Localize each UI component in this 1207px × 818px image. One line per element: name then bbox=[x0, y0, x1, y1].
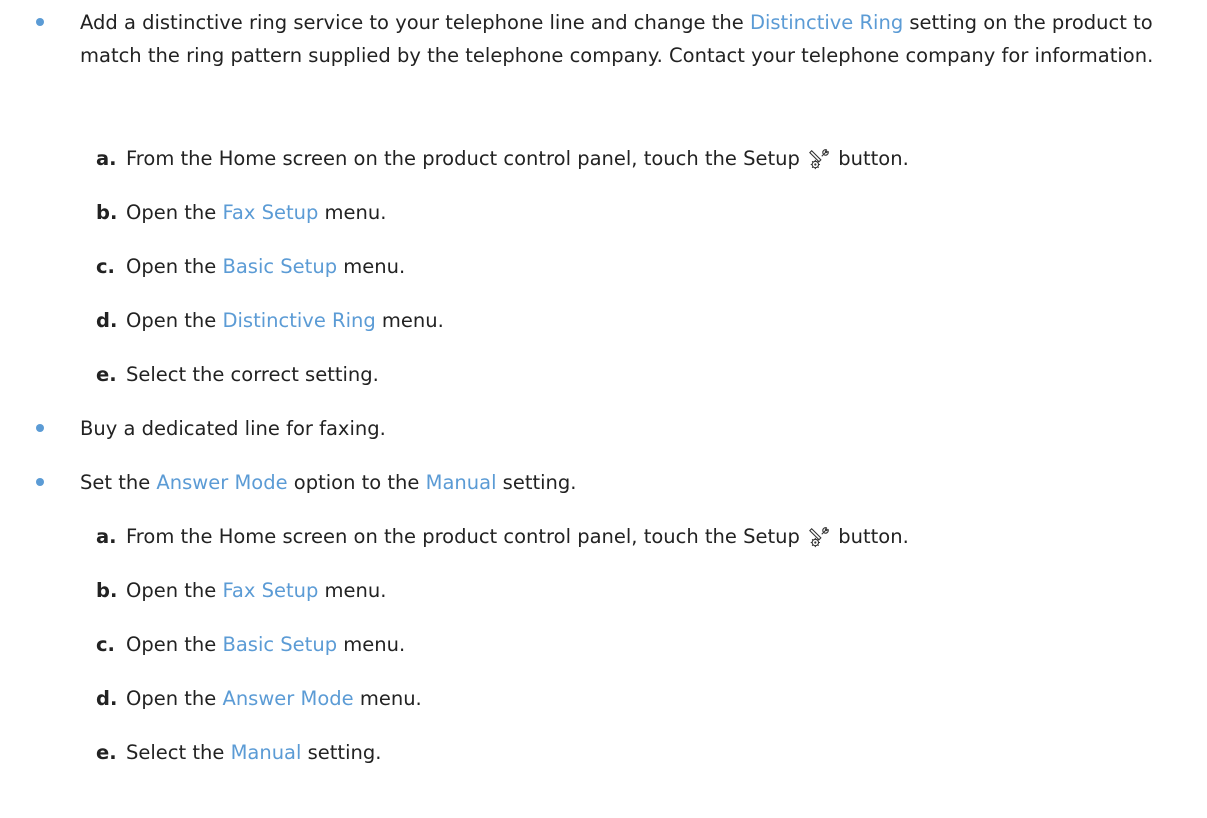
text-segment: menu. bbox=[318, 579, 387, 602]
step-b: b. Open the Fax Setup menu. bbox=[0, 574, 1207, 607]
step-text: Open the Answer Mode menu. bbox=[126, 682, 422, 715]
step-text: From the Home screen on the product cont… bbox=[126, 520, 909, 553]
bullet-text: Add a distinctive ring service to your t… bbox=[80, 6, 1180, 72]
bullet-text: Buy a dedicated line for faxing. bbox=[80, 412, 1180, 445]
step-a: a. From the Home screen on the product c… bbox=[0, 520, 1207, 553]
setup-icon bbox=[809, 527, 829, 548]
text-segment: Open the bbox=[126, 309, 223, 332]
bullet-dot bbox=[36, 18, 44, 26]
text-segment: setting. bbox=[301, 741, 382, 764]
bullet-dot bbox=[36, 478, 44, 486]
step-text: Select the correct setting. bbox=[126, 358, 379, 391]
answer-mode-link[interactable]: Answer Mode bbox=[156, 471, 287, 494]
step-c: c. Open the Basic Setup menu. bbox=[0, 250, 1207, 283]
text-segment: option to the bbox=[287, 471, 426, 494]
fax-setup-link[interactable]: Fax Setup bbox=[222, 201, 318, 224]
step-b: b. Open the Fax Setup menu. bbox=[0, 196, 1207, 229]
text-segment: button. bbox=[832, 147, 909, 170]
step-letter: d. bbox=[96, 687, 118, 710]
step-text: Select the Manual setting. bbox=[126, 736, 381, 769]
fax-setup-link[interactable]: Fax Setup bbox=[222, 579, 318, 602]
distinctive-ring-link[interactable]: Distinctive Ring bbox=[750, 11, 903, 34]
text-segment: Open the bbox=[126, 255, 223, 278]
text-segment: From the Home screen on the product cont… bbox=[126, 147, 807, 170]
step-text: Open the Fax Setup menu. bbox=[126, 574, 386, 607]
basic-setup-link[interactable]: Basic Setup bbox=[222, 633, 337, 656]
step-letter: e. bbox=[96, 741, 117, 764]
step-letter: c. bbox=[96, 633, 115, 656]
step-c: c. Open the Basic Setup menu. bbox=[0, 628, 1207, 661]
answer-mode-link[interactable]: Answer Mode bbox=[222, 687, 353, 710]
basic-setup-link[interactable]: Basic Setup bbox=[222, 255, 337, 278]
step-letter: e. bbox=[96, 363, 117, 386]
text-segment: Open the bbox=[126, 687, 223, 710]
manual-link[interactable]: Manual bbox=[231, 741, 302, 764]
step-letter: a. bbox=[96, 525, 117, 548]
text-segment: From the Home screen on the product cont… bbox=[126, 525, 807, 548]
step-text: From the Home screen on the product cont… bbox=[126, 142, 909, 175]
step-letter: a. bbox=[96, 147, 117, 170]
text-segment: Set the bbox=[80, 471, 157, 494]
text-segment: button. bbox=[832, 525, 909, 548]
step-letter: d. bbox=[96, 309, 118, 332]
step-text: Open the Basic Setup menu. bbox=[126, 250, 405, 283]
text-segment: menu. bbox=[375, 309, 444, 332]
document-page: Add a distinctive ring service to your t… bbox=[0, 0, 1207, 818]
step-text: Open the Distinctive Ring menu. bbox=[126, 304, 444, 337]
text-segment: setting. bbox=[496, 471, 577, 494]
bullet-text: Set the Answer Mode option to the Manual… bbox=[80, 466, 1180, 499]
text-segment: Select the bbox=[126, 741, 231, 764]
text-segment: Select the correct setting. bbox=[126, 363, 379, 386]
step-letter: b. bbox=[96, 201, 118, 224]
step-e: e. Select the correct setting. bbox=[0, 358, 1207, 391]
distinctive-ring-link[interactable]: Distinctive Ring bbox=[222, 309, 375, 332]
text-segment: menu. bbox=[337, 633, 406, 656]
text-segment: Buy a dedicated line for faxing. bbox=[80, 417, 386, 440]
text-segment: Open the bbox=[126, 201, 223, 224]
step-d: d. Open the Answer Mode menu. bbox=[0, 682, 1207, 715]
text-segment: menu. bbox=[337, 255, 406, 278]
text-segment: Add a distinctive ring service to your t… bbox=[80, 11, 750, 34]
step-letter: c. bbox=[96, 255, 115, 278]
step-text: Open the Basic Setup menu. bbox=[126, 628, 405, 661]
manual-link[interactable]: Manual bbox=[426, 471, 497, 494]
step-a: a. From the Home screen on the product c… bbox=[0, 142, 1207, 175]
text-segment: menu. bbox=[353, 687, 422, 710]
text-segment: Open the bbox=[126, 579, 223, 602]
text-segment: Open the bbox=[126, 633, 223, 656]
step-letter: b. bbox=[96, 579, 118, 602]
step-d: d. Open the Distinctive Ring menu. bbox=[0, 304, 1207, 337]
step-text: Open the Fax Setup menu. bbox=[126, 196, 386, 229]
text-segment: menu. bbox=[318, 201, 387, 224]
setup-icon bbox=[809, 149, 829, 170]
bullet-dot bbox=[36, 424, 44, 432]
step-e: e. Select the Manual setting. bbox=[0, 736, 1207, 769]
